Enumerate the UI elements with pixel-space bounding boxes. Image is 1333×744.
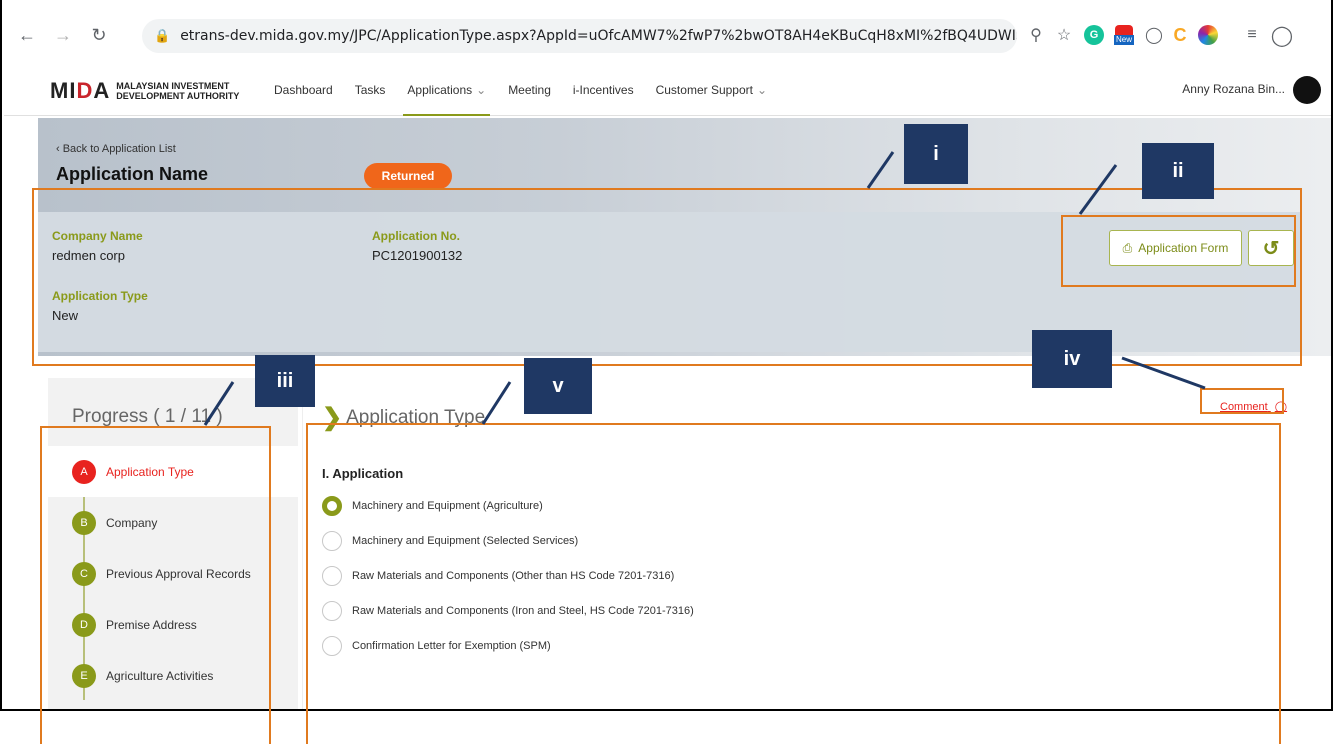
chevron-down-icon: ⌄ xyxy=(756,83,768,97)
main-nav: Dashboard Tasks Applications ⌄ Meeting i-… xyxy=(274,64,789,116)
reading-list-icon[interactable]: ≡ xyxy=(1240,12,1264,58)
application-form-label: Application Form xyxy=(1138,241,1229,255)
nav-meeting-label: Meeting xyxy=(508,83,551,97)
step-label: Application Type xyxy=(106,464,194,479)
forward-arrow-icon[interactable]: → xyxy=(52,24,74,46)
nav-applications-label: Applications xyxy=(407,83,473,97)
application-form-button[interactable]: ⎙ Application Form xyxy=(1109,230,1242,266)
new-badge-label: New xyxy=(1113,35,1134,45)
radio[interactable] xyxy=(322,635,342,656)
step-agriculture-activities[interactable]: E Agriculture Activities xyxy=(48,650,298,701)
section-title: ❯ Application Type xyxy=(322,403,485,432)
grammarly-icon[interactable]: G xyxy=(1082,12,1106,58)
nav-tasks-label: Tasks xyxy=(354,83,386,97)
section-title-text: Application Type xyxy=(346,406,486,428)
address-bar[interactable]: 🔒 etrans-dev.mida.gov.my/JPC/Application… xyxy=(142,19,1017,53)
app-header: MIDA MALAYSIAN INVESTMENT DEVELOPMENT AU… xyxy=(4,64,1331,116)
nav-i-incentives-label: i-Incentives xyxy=(572,83,634,97)
reload-icon[interactable]: ↻ xyxy=(88,24,110,46)
back-to-list-link[interactable]: ‹ Back to Application List xyxy=(56,143,176,155)
progress-title: Progress ( 1 / 11 ) xyxy=(72,406,223,427)
nav-applications[interactable]: Applications ⌄ xyxy=(403,64,490,116)
avatar[interactable] xyxy=(1293,76,1321,104)
nav-dashboard-label: Dashboard xyxy=(274,83,333,97)
radio-selected[interactable] xyxy=(322,495,342,516)
application-heading: I. Application xyxy=(322,466,404,481)
option-raw-materials-other[interactable]: Raw Materials and Components (Other than… xyxy=(322,558,694,593)
application-type-value: New xyxy=(52,308,79,323)
option-label: Confirmation Letter for Exemption (SPM) xyxy=(352,639,551,652)
lock-icon: 🔒 xyxy=(154,28,171,44)
step-application-type[interactable]: A Application Type xyxy=(48,446,306,497)
comment-link[interactable]: Comment ◯ xyxy=(1220,400,1287,413)
radio[interactable] xyxy=(322,565,342,586)
comment-label: Comment xyxy=(1220,401,1268,413)
option-raw-materials-iron-steel[interactable]: Raw Materials and Components (Iron and S… xyxy=(322,593,694,628)
option-confirmation-letter-spm[interactable]: Confirmation Letter for Exemption (SPM) xyxy=(322,628,694,663)
screenshot-frame: ← → ↻ 🔒 etrans-dev.mida.gov.my/JPC/Appli… xyxy=(0,0,1333,711)
nav-tasks[interactable]: Tasks xyxy=(355,64,386,116)
nav-customer-support-label: Customer Support xyxy=(655,83,753,97)
zoom-icon[interactable]: ⚲ xyxy=(1024,12,1048,58)
status-badge: Returned xyxy=(364,163,452,189)
star-icon[interactable]: ☆ xyxy=(1052,12,1076,58)
chevron-right-icon: ❯ xyxy=(322,404,343,431)
color-icon[interactable] xyxy=(1196,12,1220,58)
step-label: Previous Approval Records xyxy=(106,566,251,581)
comment-icon: ◯ xyxy=(1274,401,1288,413)
c-extension-icon[interactable]: C xyxy=(1168,12,1192,58)
option-machinery-selected-services[interactable]: Machinery and Equipment (Selected Servic… xyxy=(322,523,694,558)
step-previous-approval-records[interactable]: C Previous Approval Records xyxy=(48,548,298,599)
chevron-down-icon: ⌄ xyxy=(476,83,487,97)
option-label: Raw Materials and Components (Iron and S… xyxy=(352,604,694,617)
logo-sub-line2: DEVELOPMENT AUTHORITY xyxy=(116,91,240,101)
back-arrow-icon[interactable]: ← xyxy=(16,24,38,46)
option-label: Machinery and Equipment (Selected Servic… xyxy=(352,534,579,547)
option-label: Raw Materials and Components (Other than… xyxy=(352,569,675,582)
progress-steps: A Application Type B Company C Previous … xyxy=(48,446,306,701)
logo-mark: MIDA xyxy=(50,78,111,103)
history-icon: ↺ xyxy=(1262,237,1280,260)
application-no-value: PC1201900132 xyxy=(372,248,463,263)
profile-icon[interactable]: ◯ xyxy=(1270,12,1294,58)
application-no-label: Application No. xyxy=(372,229,460,243)
history-button[interactable]: ↺ xyxy=(1248,230,1294,266)
step-letter: A xyxy=(72,459,96,484)
browser-toolbar: ← → ↻ 🔒 etrans-dev.mida.gov.my/JPC/Appli… xyxy=(4,12,1331,58)
nav-dashboard[interactable]: Dashboard xyxy=(274,64,333,116)
application-type-options: Machinery and Equipment (Agriculture) Ma… xyxy=(322,488,694,663)
nav-meeting[interactable]: Meeting xyxy=(508,64,551,116)
company-name-label: Company Name xyxy=(52,229,143,243)
application-type-label: Application Type xyxy=(52,289,148,303)
mida-logo[interactable]: MIDA MALAYSIAN INVESTMENT DEVELOPMENT AU… xyxy=(50,78,239,104)
logo-sub-line1: MALAYSIAN INVESTMENT xyxy=(116,81,230,91)
user-name[interactable]: Anny Rozana Bin... xyxy=(1182,82,1285,96)
step-label: Agriculture Activities xyxy=(106,668,214,683)
step-label: Premise Address xyxy=(106,617,197,632)
step-letter: B xyxy=(72,510,96,535)
option-label: Machinery and Equipment (Agriculture) xyxy=(352,499,543,512)
nav-i-incentives[interactable]: i-Incentives xyxy=(573,64,634,116)
step-company[interactable]: B Company xyxy=(48,497,298,548)
radio[interactable] xyxy=(322,600,342,621)
page-title: Application Name xyxy=(56,164,209,184)
logo-subtitle: MALAYSIAN INVESTMENT DEVELOPMENT AUTHORI… xyxy=(116,81,239,101)
step-letter: E xyxy=(72,663,96,688)
nav-customer-support[interactable]: Customer Support ⌄ xyxy=(656,64,767,116)
option-machinery-agriculture[interactable]: Machinery and Equipment (Agriculture) xyxy=(322,488,694,523)
camera-icon[interactable]: ◯ xyxy=(1142,12,1166,58)
step-premise-address[interactable]: D Premise Address xyxy=(48,599,298,650)
print-icon: ⎙ xyxy=(1122,240,1133,255)
step-label: Company xyxy=(106,515,158,530)
company-name-value: redmen corp xyxy=(52,248,125,263)
new-badge-icon[interactable]: New xyxy=(1112,12,1136,58)
step-letter: D xyxy=(72,612,96,637)
radio[interactable] xyxy=(322,530,342,551)
url-text: etrans-dev.mida.gov.my/JPC/ApplicationTy… xyxy=(180,28,1017,44)
step-letter: C xyxy=(72,561,96,586)
